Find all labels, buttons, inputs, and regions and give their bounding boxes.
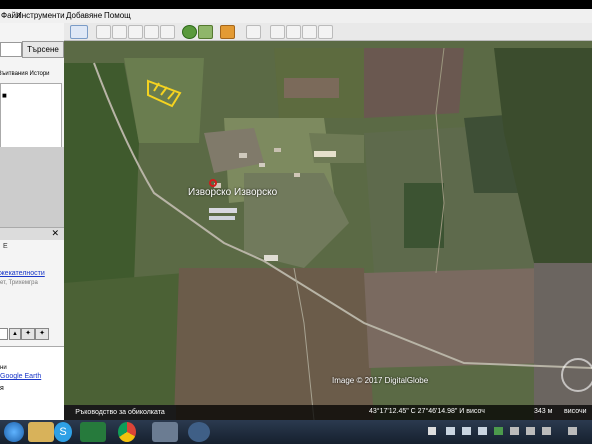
quarry-area [314, 151, 336, 157]
menu-bar: Файл Инструменти Добавяне Помощ [0, 9, 592, 23]
status-view-altitude: височи [564, 408, 587, 415]
record-tour-icon[interactable] [160, 25, 175, 39]
view-in-maps-icon[interactable] [318, 25, 333, 39]
tray-app-icon[interactable] [510, 427, 519, 435]
field-patch [404, 183, 444, 248]
add-overlay-icon[interactable] [144, 25, 159, 39]
field-patch [64, 273, 184, 420]
tray-app-icon[interactable] [542, 427, 551, 435]
windows-taskbar: S [0, 420, 592, 444]
mail-icon[interactable] [152, 422, 178, 442]
add-polygon-icon[interactable] [112, 25, 127, 39]
chrome-icon[interactable] [118, 422, 136, 442]
add-path-icon[interactable] [128, 25, 143, 39]
google-earth-icon[interactable] [188, 422, 210, 442]
field-patch [309, 133, 364, 163]
panel-strip [0, 147, 64, 227]
map-status-bar: Ръководство за обиколката 43°17'12.45" С… [64, 405, 592, 420]
map-view[interactable]: Изворско Изворско Image © 2017 DigitalGl… [64, 23, 592, 420]
folder-icon[interactable] [28, 422, 54, 442]
sidebar-toggle-icon[interactable] [70, 25, 88, 39]
menu-add[interactable]: Добавяне [66, 11, 102, 20]
result-subtext: ет, Трихемгра [0, 280, 38, 286]
search-input[interactable] [0, 42, 22, 57]
windows-start-icon[interactable] [4, 422, 24, 442]
satellite-imagery [64, 23, 592, 420]
result-link-1[interactable]: жекателности [0, 270, 45, 277]
close-icon[interactable]: ✕ [51, 228, 59, 239]
planet-icon[interactable] [220, 25, 235, 39]
panel-header: ✕ [0, 227, 64, 240]
skype-icon[interactable]: S [54, 422, 72, 442]
tray-flag-icon[interactable] [428, 427, 436, 435]
layer-item[interactable]: ни [0, 365, 7, 371]
status-altitude: 343 м [534, 408, 553, 415]
status-coordinates: 43°17'12.45" С 27°46'14.98" И височ [369, 408, 485, 415]
menu-help[interactable]: Помощ [104, 11, 131, 20]
field-patch [534, 263, 592, 420]
places-tree: Е [3, 243, 8, 251]
placemark-pin-icon[interactable] [209, 179, 217, 187]
up-arrow-icon[interactable]: ▲ [9, 328, 21, 340]
navigation-compass[interactable] [561, 358, 592, 392]
toolbar [64, 23, 592, 41]
place-label-2[interactable]: Изворско [234, 187, 277, 198]
nav-controls: ▲ ✦ ✦ [0, 328, 64, 340]
tray-network-icon[interactable] [478, 427, 487, 435]
tour-guide-button[interactable]: Ръководство за обиколката [64, 405, 176, 420]
results-pane: ■ [0, 83, 62, 149]
tray-app-icon[interactable] [568, 427, 577, 435]
save-image-icon[interactable] [302, 25, 317, 39]
menu-tools[interactable]: Инструменти [16, 11, 65, 20]
layer-item-prefix: я [0, 385, 4, 392]
field-patch [364, 48, 464, 118]
nav-box-button[interactable] [0, 328, 8, 340]
field-patch [64, 63, 139, 283]
farm-building [209, 208, 237, 213]
ruler-icon[interactable] [246, 25, 261, 39]
tray-monitor-icon[interactable] [446, 427, 455, 435]
add-placemark-icon[interactable] [96, 25, 111, 39]
field-patch [364, 268, 554, 368]
move-up-button[interactable]: ✦ [21, 328, 35, 340]
search-tabs[interactable]: Зъитвания Истори [0, 71, 64, 81]
tray-app-icon[interactable] [526, 427, 535, 435]
email-icon[interactable] [270, 25, 285, 39]
print-icon[interactable] [286, 25, 301, 39]
imagery-credit: Image © 2017 DigitalGlobe [332, 376, 429, 385]
field-patch [174, 268, 374, 420]
place-label-1[interactable]: Изворско [188, 187, 231, 198]
historical-imagery-icon[interactable] [182, 25, 197, 39]
results-bullet: ■ [2, 91, 7, 100]
layers-pane: ни Google Earth я ▪ [0, 346, 64, 420]
move-down-button[interactable]: ✦ [35, 328, 49, 340]
tray-volume-icon[interactable] [462, 427, 471, 435]
left-panel: Търсене Зъитвания Истори ■ ✕ Е жекателно… [0, 23, 64, 420]
field-patch [284, 78, 339, 98]
google-earth-link[interactable]: Google Earth [0, 373, 41, 380]
excel-icon[interactable] [80, 422, 106, 442]
search-button[interactable]: Търсене [22, 41, 64, 58]
tray-app-icon[interactable] [494, 427, 503, 435]
sunlight-icon[interactable] [198, 25, 213, 39]
tree-item[interactable]: Е [3, 243, 8, 251]
